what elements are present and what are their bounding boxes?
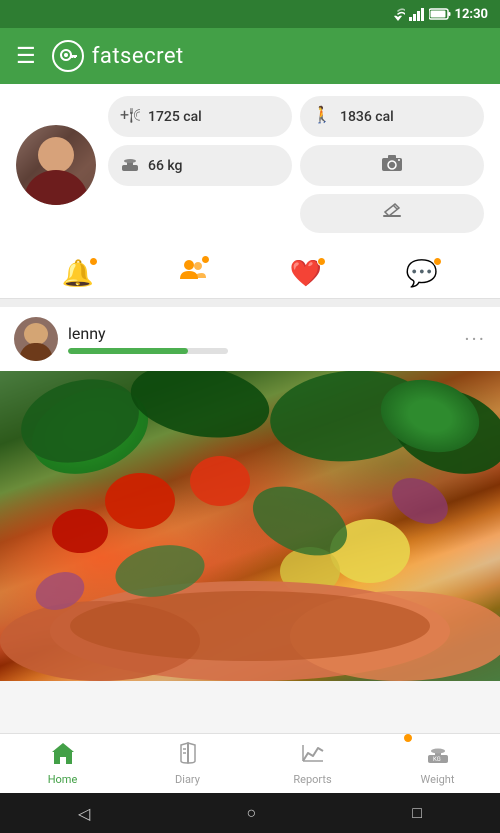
battery-icon [429, 8, 451, 20]
post-user-avatar[interactable] [14, 317, 58, 361]
recent-button[interactable]: □ [412, 803, 422, 823]
app-header: ☰ fatsecret [0, 28, 500, 84]
signal-icon [409, 7, 425, 21]
app-name: fatsecret [92, 44, 184, 69]
nav-item-reports[interactable]: Reports [250, 737, 375, 790]
camera-svg [381, 154, 403, 172]
scale-icon [120, 153, 140, 173]
nav-item-weight[interactable]: KG Weight [375, 737, 500, 790]
reports-svg-icon [300, 741, 326, 765]
heart-dot [317, 257, 326, 266]
post-progress-bar [68, 348, 228, 354]
post-menu-button[interactable]: ··· [464, 327, 486, 351]
bottom-navigation: Home Diary Reports [0, 733, 500, 793]
calories-burned-value: 1836 cal [340, 109, 394, 125]
camera-pill[interactable] [300, 145, 484, 186]
friends-notification[interactable] [178, 257, 206, 290]
dashboard-top: +🍽 1725 cal 🚶 1836 cal [16, 96, 484, 233]
status-time: 12:30 [455, 7, 489, 22]
menu-button[interactable]: ☰ [16, 44, 36, 69]
calories-burned-pill[interactable]: 🚶 1836 cal [300, 96, 484, 137]
calories-in-pill[interactable]: +🍽 1725 cal [108, 96, 292, 137]
nav-item-home[interactable]: Home [0, 737, 125, 790]
post-header: lenny ··· [0, 307, 500, 371]
chat-dot [433, 257, 442, 266]
wifi-icon [391, 7, 405, 21]
weight-value: 66 kg [148, 158, 183, 174]
calories-in-value: 1725 cal [148, 109, 202, 125]
friends-dot [201, 255, 210, 264]
post-progress-fill [68, 348, 188, 354]
svg-text:+🍽: +🍽 [120, 105, 140, 124]
back-button[interactable]: ◁ [78, 804, 90, 823]
chat-notification[interactable]: 💬 [406, 259, 438, 289]
section-divider [0, 299, 500, 307]
edit-svg [381, 202, 403, 220]
friends-icon [178, 260, 206, 290]
heart-notification[interactable]: ❤️ [290, 259, 322, 289]
runner-icon: 🚶 [312, 104, 332, 124]
run-icon: 🚶 [312, 104, 332, 129]
user-avatar[interactable] [16, 125, 96, 205]
dashboard-panel: +🍽 1725 cal 🚶 1836 cal [0, 84, 500, 245]
bell-dot [89, 257, 98, 266]
diary-nav-label: Diary [175, 773, 200, 786]
logo-icon [52, 40, 84, 72]
weight-svg-icon: KG [425, 741, 451, 765]
weight-pill[interactable]: 66 kg [108, 145, 292, 186]
android-nav-bar: ◁ ○ □ [0, 793, 500, 833]
reports-nav-label: Reports [293, 773, 331, 786]
home-notification-dot [404, 734, 412, 742]
post-username: lenny [68, 324, 106, 343]
diary-svg-icon [175, 741, 201, 765]
notification-row: 🔔 ❤️ 💬 [0, 245, 500, 299]
home-button[interactable]: ○ [246, 803, 256, 823]
reports-nav-icon [300, 741, 326, 771]
status-icons: 12:30 [391, 7, 489, 22]
edit-icon [381, 202, 403, 225]
food-svg-decoration [0, 371, 500, 681]
fork-plus-icon: +🍽 [120, 104, 140, 124]
status-bar: 12:30 [0, 0, 500, 28]
avatar-image [16, 125, 96, 205]
stats-grid: +🍽 1725 cal 🚶 1836 cal [108, 96, 484, 233]
home-nav-label: Home [48, 773, 78, 786]
food-post-image [0, 371, 500, 681]
edit-pill[interactable] [300, 194, 484, 233]
diary-nav-icon [175, 741, 201, 771]
logo-area: fatsecret [52, 40, 184, 72]
weight-scale-icon [120, 153, 140, 178]
weight-nav-icon: KG [425, 741, 451, 771]
bell-notification[interactable]: 🔔 [62, 259, 94, 289]
home-svg-icon [50, 741, 76, 765]
camera-icon [381, 154, 403, 177]
key-icon [59, 47, 77, 65]
svg-text:KG: KG [433, 756, 441, 763]
calories-in-icon: +🍽 [120, 104, 140, 129]
nav-item-diary[interactable]: Diary [125, 737, 250, 790]
post-info: lenny [68, 324, 454, 354]
home-nav-icon [50, 741, 76, 771]
weight-nav-label: Weight [421, 773, 455, 786]
svg-text:🚶: 🚶 [312, 105, 332, 124]
